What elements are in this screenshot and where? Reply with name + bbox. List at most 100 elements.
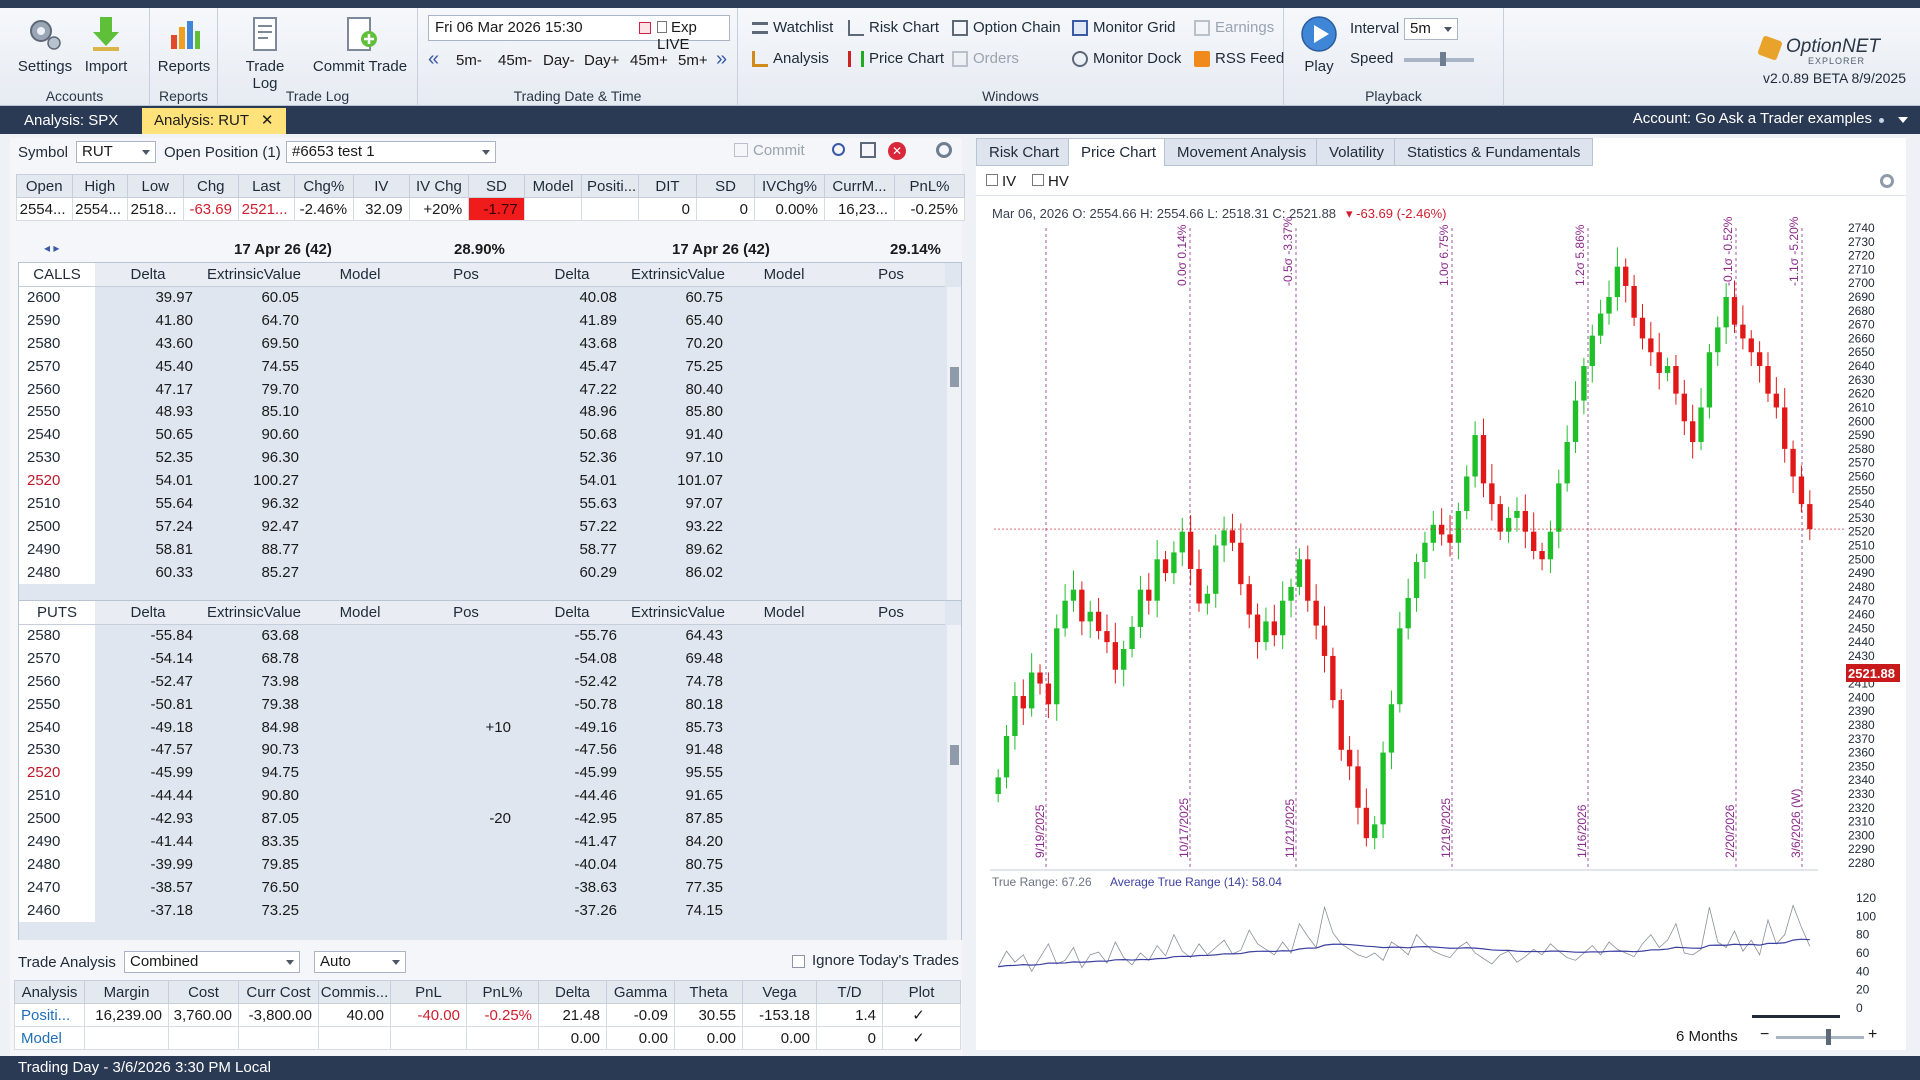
puts-model-cell[interactable] [307, 716, 413, 739]
puts-strike-cell[interactable]: 2570 [19, 646, 95, 670]
calls-pos-cell[interactable] [413, 469, 519, 492]
puts-pos-cell[interactable] [413, 899, 519, 922]
step-45m-plus[interactable]: 45m+ [630, 52, 668, 69]
puts-delta-cell[interactable]: -49.18 [95, 716, 201, 739]
analysis-button[interactable]: Analysis [752, 50, 829, 67]
puts-delta-2-cell[interactable]: -38.63 [519, 876, 625, 899]
calls-row[interactable]: 2510 55.64 96.32 55.63 97.07 [19, 492, 945, 515]
play-button[interactable]: Play [1294, 14, 1344, 75]
puts-model-cell[interactable] [307, 738, 413, 761]
puts-extrinsic-2-cell[interactable]: 80.75 [625, 853, 731, 876]
calls-model-2-cell[interactable] [731, 492, 837, 515]
calls-row[interactable]: 2550 48.93 85.10 48.96 85.80 [19, 400, 945, 424]
quote-col-open[interactable]: Open [16, 174, 73, 198]
pos-col-sd[interactable]: SD [696, 174, 755, 198]
calls-model-2-cell[interactable] [731, 332, 837, 355]
earnings-button[interactable]: Earnings [1194, 19, 1274, 36]
calls-extrinsic-2-cell[interactable]: 101.07 [625, 469, 731, 492]
calls-extrinsic-2-cell[interactable]: 60.75 [625, 286, 731, 309]
calls-strike-cell[interactable]: 2550 [19, 400, 95, 424]
calls2-col-pos[interactable]: Pos [837, 263, 945, 287]
calls-delta-cell[interactable]: 41.80 [95, 309, 201, 332]
summary-model-name[interactable]: Model [14, 1026, 85, 1050]
calls-delta-2-cell[interactable]: 57.22 [519, 515, 625, 538]
puts-extrinsic-cell[interactable]: 94.75 [201, 761, 307, 784]
calls-pos-2-cell[interactable] [837, 286, 945, 309]
calls-row[interactable]: 2570 45.40 74.55 45.47 75.25 [19, 354, 945, 378]
calls-extrinsic-cell[interactable]: 69.50 [201, 332, 307, 355]
calls-scrollbar-thumb[interactable] [950, 367, 959, 387]
puts-model-2-cell[interactable] [731, 853, 837, 876]
settings-button[interactable]: Settings [10, 14, 80, 75]
calls-row[interactable]: 2500 57.24 92.47 57.22 93.22 [19, 514, 945, 538]
puts-pos-2-cell[interactable] [837, 716, 945, 739]
puts-strike-cell[interactable]: 2530 [19, 738, 95, 762]
quote-col-model[interactable]: Model [523, 174, 583, 198]
puts-delta-cell[interactable]: -52.47 [95, 670, 201, 693]
puts-pos-cell[interactable]: +10 [413, 716, 519, 739]
puts-delta-2-cell[interactable]: -44.46 [519, 784, 625, 807]
puts-pos-2-cell[interactable] [837, 899, 945, 922]
puts-strike-cell[interactable]: 2500 [19, 807, 95, 831]
commit-button[interactable]: Commit [734, 142, 805, 159]
puts-model-cell[interactable] [307, 670, 413, 693]
puts-row[interactable]: 2500 -42.93 87.05 -20 -42.95 87.85 [19, 807, 945, 831]
calls-delta-2-cell[interactable]: 55.63 [519, 492, 625, 515]
calls-pos-cell[interactable] [413, 355, 519, 378]
puts-delta-2-cell[interactable]: -47.56 [519, 738, 625, 761]
puts-pos-2-cell[interactable] [837, 784, 945, 807]
puts-extrinsic-cell[interactable]: 63.68 [201, 624, 307, 647]
tab-price-chart[interactable]: Price Chart [1068, 138, 1170, 166]
calls-extrinsic-2-cell[interactable]: 85.80 [625, 400, 731, 423]
puts-delta-2-cell[interactable]: -42.95 [519, 807, 625, 830]
puts-model-2-cell[interactable] [731, 807, 837, 830]
summary-row-position[interactable]: Positi... 16,239.00 3,760.00 -3,800.00 4… [14, 1003, 961, 1027]
puts-row[interactable]: 2550 -50.81 79.38 -50.78 80.18 [19, 692, 945, 716]
zoom-out-icon[interactable]: − [1760, 1026, 1769, 1044]
puts-model-cell[interactable] [307, 624, 413, 647]
calls-model-2-cell[interactable] [731, 538, 837, 561]
cancel-icon[interactable]: ✕ [888, 142, 906, 160]
calls-col-extrinsic[interactable]: ExtrinsicValue [201, 263, 307, 287]
tab-analysis-rut[interactable]: Analysis: RUT ✕ [142, 108, 286, 134]
step-back-icon[interactable]: « [428, 48, 439, 71]
trade-analysis-auto-select[interactable]: Auto [314, 951, 406, 973]
puts-delta-cell[interactable]: -50.81 [95, 693, 201, 716]
puts-extrinsic-2-cell[interactable]: 69.48 [625, 647, 731, 670]
pos-col-currm[interactable]: CurrM... [824, 174, 895, 198]
calls-pos-2-cell[interactable] [837, 423, 945, 446]
puts-delta-cell[interactable]: -47.57 [95, 738, 201, 761]
tab-movement-analysis[interactable]: Movement Analysis [1164, 138, 1320, 166]
calls-extrinsic-cell[interactable]: 85.10 [201, 400, 307, 423]
summary-col-plot[interactable]: Plot [882, 980, 961, 1004]
calls-pos-2-cell[interactable] [837, 515, 945, 538]
calls-pos-cell[interactable] [413, 378, 519, 401]
puts-model-cell[interactable] [307, 784, 413, 807]
puts-pos-cell[interactable] [413, 784, 519, 807]
puts-pos-2-cell[interactable] [837, 647, 945, 670]
puts-pos-2-cell[interactable] [837, 853, 945, 876]
calls-strike-cell[interactable]: 2590 [19, 308, 95, 332]
calls-strike-cell[interactable]: 2520 [19, 469, 95, 493]
zoom-slider[interactable] [1776, 1036, 1864, 1039]
watchlist-button[interactable]: Watchlist [752, 19, 833, 36]
calls-delta-cell[interactable]: 50.65 [95, 423, 201, 446]
tab-volatility[interactable]: Volatility [1316, 138, 1398, 166]
account-label[interactable]: Account: Go Ask a Trader examples [1633, 110, 1872, 127]
calls-model-cell[interactable] [307, 286, 413, 309]
risk-chart-button[interactable]: Risk Chart [848, 19, 939, 36]
puts2-col-delta[interactable]: Delta [519, 601, 625, 625]
step-day-minus[interactable]: Day- [543, 52, 575, 69]
calls-delta-2-cell[interactable]: 47.22 [519, 378, 625, 401]
puts-pos-cell[interactable] [413, 624, 519, 647]
puts-model-2-cell[interactable] [731, 899, 837, 922]
calls-pos-2-cell[interactable] [837, 561, 945, 584]
calls-row[interactable]: 2580 43.60 69.50 43.68 70.20 [19, 331, 945, 355]
quote-col-position[interactable]: Positi... [581, 174, 642, 198]
puts-pos-cell[interactable]: -20 [413, 807, 519, 830]
puts-delta-cell[interactable]: -42.93 [95, 807, 201, 830]
puts-delta-2-cell[interactable]: -45.99 [519, 761, 625, 784]
puts-extrinsic-2-cell[interactable]: 91.48 [625, 738, 731, 761]
speed-slider[interactable] [1404, 52, 1474, 66]
chevron-down-icon[interactable] [1898, 117, 1908, 123]
